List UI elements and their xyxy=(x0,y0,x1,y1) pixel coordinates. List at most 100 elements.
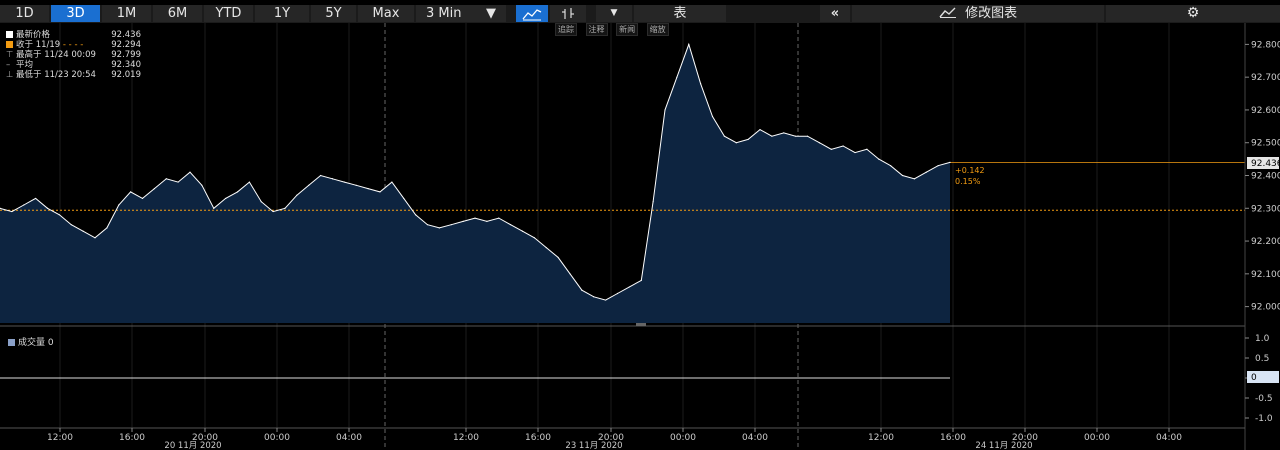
price-point xyxy=(94,237,96,239)
price-tick-label: 92.300 xyxy=(1251,204,1280,214)
range-button-5y[interactable]: 5Y xyxy=(311,5,356,22)
collapse-button[interactable]: « xyxy=(820,5,850,22)
time-tick-label: 16:00 xyxy=(119,433,145,443)
price-point xyxy=(747,138,749,141)
price-point xyxy=(700,83,702,85)
price-point xyxy=(106,227,108,229)
price-point xyxy=(616,292,619,295)
price-point xyxy=(189,171,191,173)
avg-marker-icon: – xyxy=(6,60,11,70)
range-button-6m[interactable]: 6M xyxy=(153,5,202,22)
range-button-ytd[interactable]: YTD xyxy=(204,5,253,22)
price-point xyxy=(605,299,607,301)
price-point xyxy=(331,178,334,180)
price-point xyxy=(878,158,880,160)
legend-swatch-last xyxy=(6,31,13,38)
price-point xyxy=(795,135,797,137)
toolbar-spacer xyxy=(728,5,812,22)
bar-chart-type-button[interactable] xyxy=(550,5,586,22)
price-point xyxy=(676,76,678,78)
price-point xyxy=(82,230,84,232)
price-tick-label: 92.700 xyxy=(1251,73,1280,83)
price-point xyxy=(450,224,452,226)
price-area xyxy=(0,44,950,324)
range-button-1d[interactable]: 1D xyxy=(0,5,49,22)
price-point xyxy=(58,214,60,216)
price-point xyxy=(711,115,714,118)
price-point xyxy=(367,188,369,190)
time-tick-label: 04:00 xyxy=(742,433,768,443)
legend-high-label: 最高于 11/24 00:09 xyxy=(16,50,96,60)
chevron-down-icon: ▼ xyxy=(486,6,496,21)
chart-type-dropdown[interactable]: ▼ xyxy=(596,5,632,22)
time-tick-label: 04:00 xyxy=(336,433,362,443)
settings-button[interactable]: ⚙ xyxy=(1106,5,1280,22)
time-tick-label: 12:00 xyxy=(47,433,73,443)
range-button-1m[interactable]: 1M xyxy=(102,5,151,22)
legend-low-label: 最低于 11/23 20:54 xyxy=(16,70,96,80)
time-tick-label: 00:00 xyxy=(264,433,290,443)
price-point xyxy=(260,201,262,203)
time-tick-label: 12:00 xyxy=(868,433,894,443)
price-point xyxy=(925,171,927,173)
price-point xyxy=(593,296,595,298)
legend-avg-label: 平均 xyxy=(16,60,34,70)
price-tick-label: 92.100 xyxy=(1251,270,1280,280)
price-point xyxy=(236,191,239,193)
price-point xyxy=(664,109,666,111)
price-point xyxy=(343,181,345,183)
price-point xyxy=(284,207,286,209)
change-abs: +0.142 xyxy=(955,166,985,175)
change-pct: 0.15% xyxy=(955,177,981,186)
price-point xyxy=(949,161,951,163)
high-marker-icon: ⊤ xyxy=(6,50,14,60)
price-point xyxy=(569,273,571,275)
price-chart[interactable]: 92.800 92.700 92.600 92.500 92.400 92.300 92.2… xyxy=(0,23,1280,450)
table-button[interactable]: 表 xyxy=(634,5,726,22)
panel-resize-handle[interactable] xyxy=(636,323,646,326)
line-chart-type-button[interactable] xyxy=(516,5,548,22)
price-point xyxy=(913,178,915,180)
price-point xyxy=(462,220,464,222)
price-point xyxy=(723,135,725,137)
price-point xyxy=(403,197,405,200)
volume-tick-label: 0.5 xyxy=(1255,354,1269,364)
price-point xyxy=(438,227,440,229)
price-point xyxy=(545,247,547,249)
volume-tick-label: 1.0 xyxy=(1255,334,1270,344)
price-point xyxy=(806,135,809,137)
price-point xyxy=(177,181,179,183)
legend: 最新价格 92.436 收于 11/19 - - - -92.294 ⊤ 最高于 1… xyxy=(6,30,141,80)
price-point xyxy=(23,204,25,206)
price-point xyxy=(272,210,274,213)
price-point xyxy=(225,197,227,200)
time-axis: 12:00 16:00 20:00 00:00 04:00 12:00 16:00 20:00… xyxy=(47,428,1182,450)
legend-close-value: 92.294 xyxy=(111,40,141,50)
price-point xyxy=(474,217,476,219)
gear-icon: ⚙ xyxy=(1186,5,1200,21)
range-button-1y[interactable]: 1Y xyxy=(255,5,309,22)
price-point xyxy=(486,220,488,222)
price-point xyxy=(818,142,820,144)
chart-edit-icon xyxy=(939,7,956,18)
price-point xyxy=(320,174,322,177)
price-point xyxy=(842,145,844,147)
price-point xyxy=(854,151,856,154)
price-tick-label: 92.600 xyxy=(1251,106,1280,116)
edit-chart-button[interactable]: 修改图表 xyxy=(852,5,1104,22)
range-button-max[interactable]: Max xyxy=(358,5,414,22)
range-button-3d[interactable]: 3D xyxy=(51,5,100,22)
price-point xyxy=(153,188,155,190)
price-point xyxy=(11,210,13,213)
price-point xyxy=(783,132,785,134)
price-point xyxy=(521,230,524,232)
volume-tick-label: -1.0 xyxy=(1255,414,1273,424)
legend-last-label: 最新价格 xyxy=(16,30,51,40)
price-point xyxy=(937,165,939,167)
price-point xyxy=(510,224,512,226)
price-point xyxy=(890,165,892,167)
time-tick-label: 04:00 xyxy=(1156,433,1182,443)
price-axis: 92.800 92.700 92.600 92.500 92.400 92.300 92.2… xyxy=(1245,40,1280,313)
price-point xyxy=(688,43,690,45)
interval-dropdown[interactable]: 3 Min ▼ xyxy=(416,5,506,22)
